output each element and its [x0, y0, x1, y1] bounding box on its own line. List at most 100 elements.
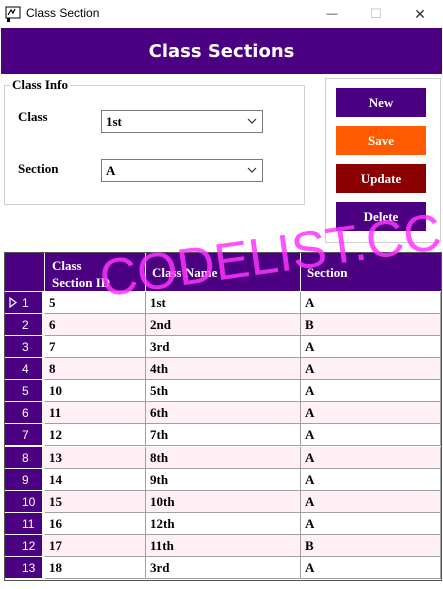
cell-section[interactable]: A	[301, 446, 441, 469]
cell-section-id[interactable]: 17	[45, 534, 146, 557]
cell-class-name[interactable]: 4th	[146, 358, 301, 381]
cell-section-id[interactable]: 8	[45, 358, 146, 381]
table-row[interactable]: 5 10 5th A	[5, 380, 441, 403]
cell-class-name[interactable]: 2nd	[146, 314, 301, 337]
cell-section-id[interactable]: 12	[45, 424, 146, 447]
table-row[interactable]: 11 16 12th A	[5, 512, 441, 535]
cell-section-id[interactable]: 7	[45, 336, 146, 359]
maximize-icon: ☐	[370, 6, 382, 21]
table-row[interactable]: 13 18 3rd A	[5, 556, 441, 579]
class-info-group	[4, 85, 305, 205]
page-title: Class Sections	[148, 40, 295, 62]
table-row[interactable]: 9 14 9th A	[5, 468, 441, 491]
cell-section-id[interactable]: 6	[45, 314, 146, 337]
delete-button[interactable]: Delete	[336, 202, 426, 231]
cell-class-name[interactable]: 12th	[146, 512, 301, 535]
maximize-button[interactable]: ☐	[354, 0, 398, 28]
save-button[interactable]: Save	[336, 126, 426, 155]
cell-section-id[interactable]: 11	[45, 402, 146, 425]
row-header[interactable]: 6	[5, 402, 43, 425]
table-row[interactable]: 8 13 8th A	[5, 446, 441, 469]
row-header[interactable]: 5	[5, 380, 43, 403]
table-row[interactable]: 12 17 11th B	[5, 534, 441, 557]
table-row[interactable]: 1 5 1st A	[5, 292, 441, 314]
row-header[interactable]: 1	[5, 292, 43, 314]
corner-header-cell	[5, 253, 45, 291]
cell-section[interactable]: A	[301, 402, 441, 425]
row-number: 13	[22, 560, 36, 575]
class-label: Class	[18, 109, 48, 124]
close-button[interactable]: ✕	[398, 0, 442, 28]
cell-class-name[interactable]: 3rd	[146, 336, 301, 359]
table-row[interactable]: 6 11 6th A	[5, 402, 441, 425]
row-header[interactable]: 10	[5, 490, 43, 513]
class-section-grid[interactable]: Class Section ID Class Name Section 1 5 1s…	[4, 252, 442, 581]
row-number: 9	[22, 472, 29, 487]
cell-section[interactable]: A	[301, 490, 441, 513]
cell-section-id[interactable]: 14	[45, 468, 146, 491]
table-row[interactable]: 3 7 3rd A	[5, 336, 441, 359]
title-bar: Class Section — ☐ ✕	[0, 0, 443, 28]
row-header[interactable]: 12	[5, 534, 43, 557]
cell-section-id[interactable]: 10	[45, 380, 146, 403]
row-header[interactable]: 4	[5, 358, 43, 381]
cell-section[interactable]: A	[301, 512, 441, 535]
row-number: 2	[22, 318, 29, 333]
class-select[interactable]: 1st	[101, 110, 263, 133]
row-header[interactable]: 7	[5, 424, 43, 447]
cell-class-name[interactable]: 8th	[146, 446, 301, 469]
column-header-section[interactable]: Section	[301, 253, 441, 291]
cell-section[interactable]: A	[301, 556, 441, 579]
cell-section[interactable]: B	[301, 314, 441, 337]
page-header: Class Sections	[1, 28, 442, 74]
cell-section-id[interactable]: 15	[45, 490, 146, 513]
column-header-class-name[interactable]: Class Name	[146, 253, 301, 291]
cell-section-id[interactable]: 18	[45, 556, 146, 579]
table-row[interactable]: 4 8 4th A	[5, 358, 441, 381]
row-header[interactable]: 13	[5, 556, 43, 579]
section-select-value: A	[106, 163, 116, 178]
new-button[interactable]: New	[336, 88, 426, 117]
row-number: 12	[22, 538, 36, 553]
cell-section-id[interactable]: 5	[45, 292, 146, 314]
cell-section-id[interactable]: 16	[45, 512, 146, 535]
row-number: 10	[22, 494, 36, 509]
column-header-section-id[interactable]: Class Section ID	[45, 253, 146, 291]
update-button[interactable]: Update	[336, 164, 426, 193]
cell-section[interactable]: A	[301, 380, 441, 403]
cell-section[interactable]: A	[301, 424, 441, 447]
cell-class-name[interactable]: 7th	[146, 424, 301, 447]
row-header[interactable]: 11	[5, 512, 43, 535]
cell-section[interactable]: A	[301, 358, 441, 381]
row-number: 3	[22, 340, 29, 355]
cell-class-name[interactable]: 1st	[146, 292, 301, 314]
cell-section[interactable]: A	[301, 468, 441, 491]
cell-class-name[interactable]: 6th	[146, 402, 301, 425]
cell-section[interactable]: A	[301, 336, 441, 359]
row-number: 1	[22, 296, 29, 310]
cell-class-name[interactable]: 3rd	[146, 556, 301, 579]
cell-section-id[interactable]: 13	[45, 446, 146, 469]
minimize-button[interactable]: —	[310, 0, 354, 28]
cell-section[interactable]: B	[301, 534, 441, 557]
table-row[interactable]: 2 6 2nd B	[5, 314, 441, 337]
row-number: 4	[22, 362, 29, 377]
section-label: Section	[18, 161, 59, 176]
row-number: 7	[22, 428, 29, 443]
row-header[interactable]: 8	[5, 446, 43, 469]
cell-class-name[interactable]: 9th	[146, 468, 301, 491]
cell-class-name[interactable]: 11th	[146, 534, 301, 557]
row-number: 5	[22, 384, 29, 399]
row-header[interactable]: 9	[5, 468, 43, 491]
cell-class-name[interactable]: 5th	[146, 380, 301, 403]
table-row[interactable]: 7 12 7th A	[5, 424, 441, 447]
class-info-title: Class Info	[10, 77, 70, 93]
row-number: 6	[22, 406, 29, 421]
row-header[interactable]: 3	[5, 336, 43, 359]
section-select[interactable]: A	[101, 159, 263, 182]
table-row[interactable]: 10 15 10th A	[5, 490, 441, 513]
cell-section[interactable]: A	[301, 292, 441, 314]
close-icon: ✕	[414, 5, 426, 22]
cell-class-name[interactable]: 10th	[146, 490, 301, 513]
row-header[interactable]: 2	[5, 314, 43, 337]
